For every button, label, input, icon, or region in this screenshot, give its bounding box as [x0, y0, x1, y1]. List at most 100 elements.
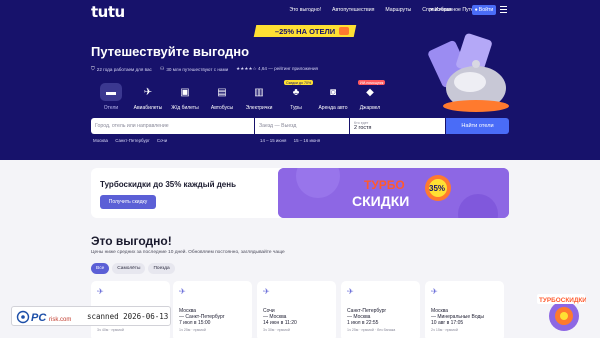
deals-subtitle: Цены ниже средних за последние 10 дней. …	[91, 250, 285, 255]
user-icon: ●	[474, 7, 478, 13]
plane-icon: ✈	[347, 287, 354, 296]
deal-card[interactable]: ✈ Сочи — Москва 14 июн в 11:20 3ч 30м · …	[257, 281, 336, 338]
get-discount-button[interactable]: Получить скидку	[100, 195, 156, 209]
deal-note: 1ч 25м · прямой	[179, 328, 206, 332]
turbo-title: Турбоскидки до 35% каждый день	[100, 180, 237, 189]
deal-date: 14 июн в 11:20	[263, 320, 297, 326]
deal-note: 3ч 30м · прямой	[263, 328, 290, 332]
tab-label: Авиабилеты	[133, 105, 163, 111]
turbo-sticker-icon: ТУРБОСКИДКИ	[537, 294, 586, 331]
svg-text:risk.com: risk.com	[49, 317, 71, 323]
turbo-art-percent: 35%	[429, 184, 445, 193]
turbo-art-line1: ТУРБО	[364, 178, 405, 192]
trust-badge-users: ⚇ 30 млн путешествуют с нами	[160, 66, 228, 72]
svg-text:ТУРБОСКИДКИ: ТУРБОСКИДКИ	[539, 297, 586, 304]
tutu-logo[interactable]: tutu	[91, 3, 125, 21]
plane-icon: ✈	[263, 287, 270, 296]
trust-badge-years: ⛉ 22 года работаем для вас	[91, 66, 152, 72]
tab-trains[interactable]: ▣ Ж/д билеты	[165, 83, 205, 115]
deal-note: 2ч 15м · прямой	[431, 328, 458, 332]
favorites-link[interactable]: ♥ Избранное	[430, 7, 461, 13]
deal-route: Москва — Минеральные Воды	[431, 308, 485, 320]
filter-trains[interactable]: Поезда	[148, 263, 175, 274]
city-suggestion[interactable]: Санкт-Петербург	[115, 138, 149, 143]
tab-label: Ж/д билеты	[171, 105, 199, 111]
deal-note: 1ч 25м · прямой · без багажа	[347, 328, 396, 332]
tours-discount-tag: Скидки до 70%	[284, 80, 314, 85]
deal-date: 1 июл в 22:55	[347, 320, 379, 326]
svg-text:PC: PC	[31, 312, 47, 324]
tab-car-rental[interactable]: ◙ Аренда авто	[313, 83, 353, 115]
filter-planes[interactable]: Самолёты	[112, 263, 146, 274]
plane-icon: ✈	[97, 287, 104, 296]
deals-title: Это выгодно!	[91, 234, 172, 248]
bus-icon: ▤	[217, 86, 227, 98]
tab-tours[interactable]: Скидки до 70% ♣ Туры	[276, 80, 316, 115]
trust-badges: ⛉ 22 года работаем для вас ⚇ 30 млн путе…	[91, 66, 326, 72]
car-icon: ◙	[329, 86, 337, 98]
pcrisk-logo: PC risk.com	[16, 310, 71, 324]
deal-card[interactable]: ✈ Санкт-Петербург — Москва 1 июл в 22:55…	[341, 281, 420, 338]
cloche-illustration	[428, 33, 509, 112]
tab-suburban-trains[interactable]: ▥ Электрички	[239, 83, 279, 115]
dates-input[interactable]: Заезд — Выезд	[255, 118, 349, 134]
city-suggestions: Москва Санкт-Петербург Сочи	[93, 138, 173, 143]
tab-label: Туры	[290, 105, 302, 111]
ai-assistant-tag: ИИ-помощник	[358, 80, 386, 85]
page-title: Путешествуйте выгодно	[91, 44, 250, 59]
filter-all[interactable]: Все	[91, 263, 110, 274]
deal-note: 3ч 40м · прямой	[97, 328, 124, 332]
nav-link-road-trips[interactable]: Автопутешествия	[332, 7, 374, 13]
hotel-discount-text: –25% НА ОТЕЛИ	[274, 26, 336, 36]
turbo-discount-artwork: ТУРБО СКИДКИ 35%	[278, 168, 509, 218]
suburban-train-icon: ▥	[254, 86, 264, 98]
plane-icon: ✈	[431, 287, 438, 296]
login-button[interactable]: ● Войти	[472, 5, 496, 15]
date-suggestion[interactable]: 14 – 15 июня	[260, 138, 286, 143]
turbo-artwork-graphic: ТУРБО СКИДКИ 35%	[278, 168, 509, 218]
deal-route: Сочи — Москва	[263, 308, 287, 320]
tab-label: Аренда авто	[318, 105, 348, 111]
turbo-discount-banner: Турбоскидки до 35% каждый день Получить …	[91, 168, 509, 218]
turbo-art-line2: СКИДКИ	[352, 193, 409, 209]
luggage-tag-icon	[339, 27, 349, 35]
tab-flights[interactable]: ✈ Авиабилеты	[128, 83, 168, 115]
plane-icon: ✈	[179, 287, 186, 296]
main-nav: Это выгодно! Автопутешествия Маршруты Сп…	[278, 7, 496, 13]
shield-icon: ⛉	[91, 66, 95, 72]
trust-badge-rating[interactable]: ★★★★☆ 4,64 — рейтинг приложения	[236, 66, 318, 72]
city-suggestion[interactable]: Сочи	[157, 138, 167, 143]
users-icon: ⚇	[159, 66, 165, 72]
ticket-icon: ◆	[366, 86, 374, 98]
tab-jarvel[interactable]: ИИ-помощник ◆ Джарвел	[350, 80, 390, 115]
menu-icon[interactable]	[500, 6, 507, 13]
category-tabs: ▬ Отели ✈ Авиабилеты ▣ Ж/д билеты ▤ Авто…	[91, 80, 391, 115]
tab-label: Автобусы	[210, 105, 234, 111]
scan-date-text: scanned 2026-06-13	[87, 312, 169, 321]
train-icon: ▣	[180, 86, 190, 98]
trust-badge-years-text: 22 года работаем для вас	[96, 66, 152, 72]
plane-icon: ✈	[143, 86, 153, 98]
nav-link-routes[interactable]: Маршруты	[385, 7, 411, 13]
tab-hotels[interactable]: ▬ Отели	[91, 83, 131, 115]
trust-badge-rating-text: ★★★★☆ 4,64 — рейтинг приложения	[236, 66, 319, 71]
deal-card[interactable]: ✈ Москва — Минеральные Воды 10 авг в 17:…	[425, 281, 504, 338]
deal-route: Санкт-Петербург — Москва	[347, 308, 387, 320]
tab-label: Джарвел	[359, 105, 381, 111]
tab-label: Электрички	[245, 105, 273, 111]
city-suggestion[interactable]: Москва	[93, 138, 108, 143]
tab-label: Отели	[103, 105, 119, 111]
top-navigation: tutu Это выгодно! Автопутешествия Маршру…	[0, 0, 600, 22]
date-suggestions: 14 – 15 июня 15 – 16 июня	[260, 138, 326, 143]
login-label: Войти	[478, 7, 494, 13]
date-suggestion[interactable]: 15 – 16 июня	[294, 138, 320, 143]
guests-value: 2 гостя	[354, 125, 372, 131]
favorites-label: Избранное	[434, 7, 461, 13]
deal-card[interactable]: ✈ Москва — Санкт-Петербург 7 июл в 15:00…	[173, 281, 252, 338]
deal-filters: Все Самолёты Поезда	[91, 263, 175, 274]
tab-buses[interactable]: ▤ Автобусы	[202, 83, 242, 115]
nav-link-deals[interactable]: Это выгодно!	[289, 7, 321, 13]
deal-date: 10 авг в 17:05	[431, 320, 464, 326]
destination-input[interactable]: Город, отель или направление	[91, 118, 254, 134]
deal-date: 7 июл в 15:00	[179, 320, 211, 326]
